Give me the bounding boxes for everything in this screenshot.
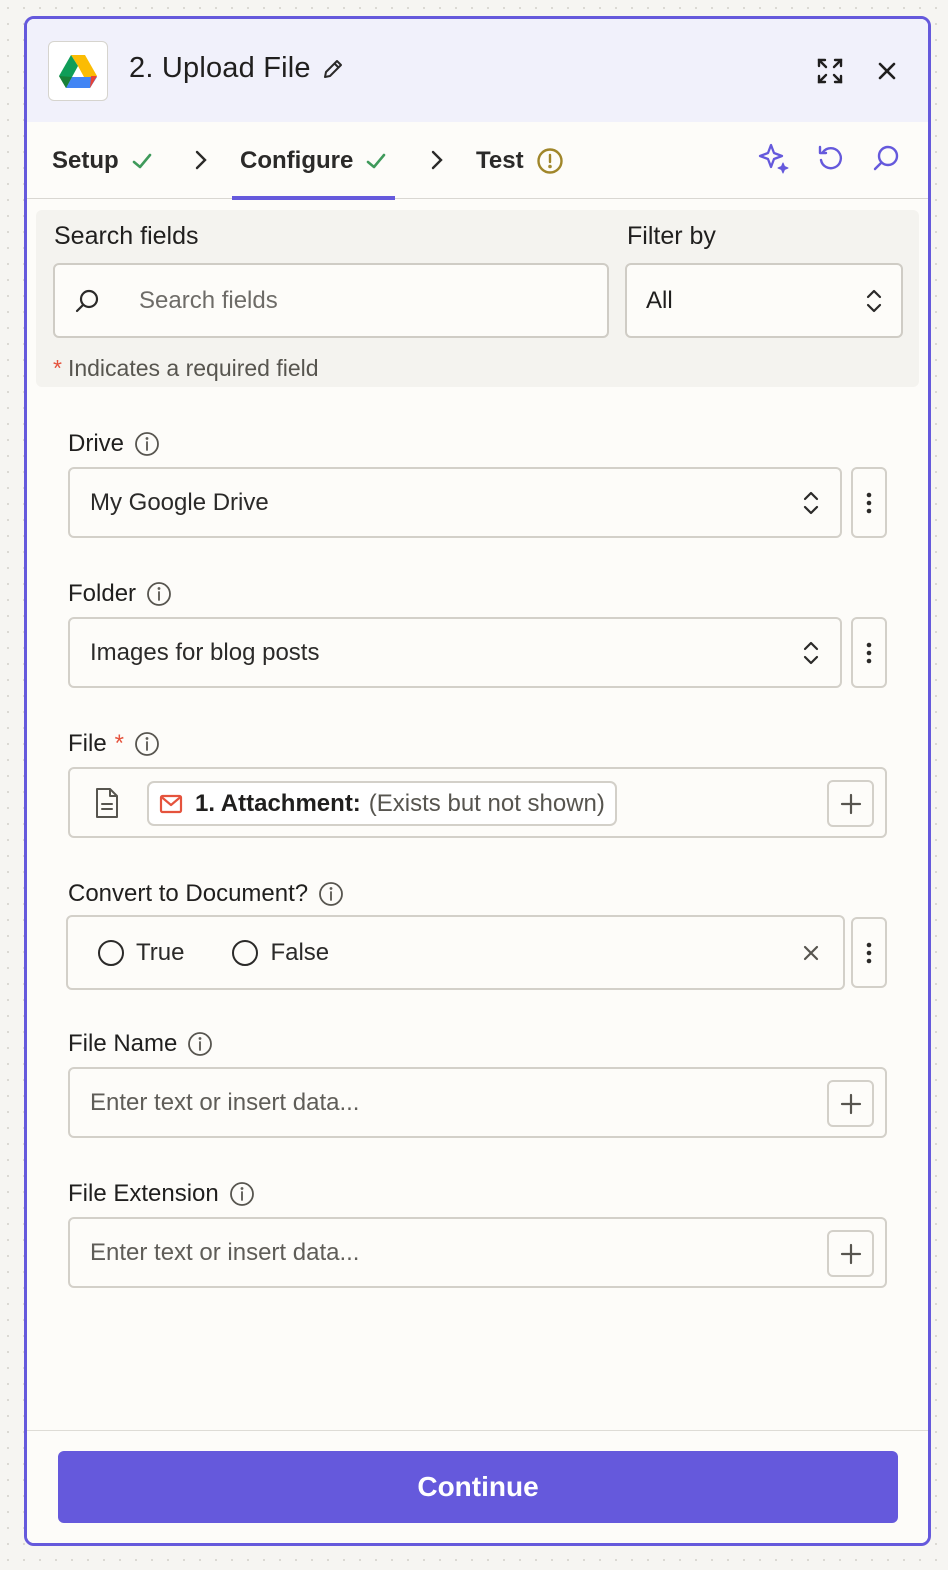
chevron-up-down-icon: [802, 489, 820, 517]
search-fields-label: Search fields: [54, 222, 199, 250]
filter-by-value: All: [646, 286, 673, 314]
pill-value: (Exists but not shown): [368, 789, 605, 817]
tab-label: Setup: [52, 146, 119, 174]
close-icon: [803, 945, 819, 961]
expand-icon[interactable]: [814, 55, 846, 87]
search-fields-input[interactable]: [139, 286, 559, 315]
plus-icon: [840, 1093, 861, 1114]
clear-selection-button[interactable]: [799, 941, 823, 965]
radio-button[interactable]: [232, 939, 259, 966]
search-icon: [73, 287, 101, 315]
folder-select-value: Images for blog posts: [90, 638, 320, 666]
document-icon: [94, 787, 120, 819]
info-icon[interactable]: [187, 1031, 213, 1057]
search-icon[interactable]: [867, 139, 905, 177]
google-drive-logo: [48, 41, 108, 101]
file-name-input[interactable]: [90, 1088, 790, 1117]
file-extension-field-label: File Extension: [68, 1180, 255, 1208]
info-icon[interactable]: [229, 1181, 255, 1207]
folder-more-options-button[interactable]: [851, 617, 887, 688]
drive-more-options-button[interactable]: [851, 467, 887, 538]
gmail-icon: [159, 794, 183, 814]
search-fields-section: Search fields Filter by All *Indicates a…: [36, 210, 919, 387]
chevron-right-icon: [189, 146, 213, 174]
edit-title-icon[interactable]: [321, 57, 345, 81]
folder-select[interactable]: Images for blog posts: [68, 617, 842, 688]
info-icon[interactable]: [318, 881, 344, 907]
convert-field-label: Convert to Document?: [68, 880, 344, 908]
file-name-input-wrapper: [68, 1067, 887, 1138]
folder-field-label: Folder: [68, 580, 172, 608]
close-icon[interactable]: [871, 55, 903, 87]
filter-by-select[interactable]: All: [625, 263, 903, 338]
file-field-label: File *: [68, 730, 160, 758]
tab-test[interactable]: Test: [476, 122, 564, 199]
drive-select-value: My Google Drive: [90, 488, 269, 516]
pill-key: 1. Attachment:: [195, 789, 361, 817]
chevron-right-icon: [425, 146, 449, 174]
mapped-data-pill[interactable]: 1. Attachment: (Exists but not shown): [147, 781, 617, 826]
check-icon: [365, 150, 387, 172]
filter-by-label: Filter by: [627, 222, 716, 250]
drive-select[interactable]: My Google Drive: [68, 467, 842, 538]
radio-option-false[interactable]: False: [232, 939, 329, 967]
plus-icon: [840, 793, 861, 814]
info-icon[interactable]: [134, 431, 160, 457]
insert-data-button[interactable]: [827, 1230, 874, 1277]
file-name-field-label: File Name: [68, 1030, 213, 1058]
file-extension-input[interactable]: [90, 1238, 790, 1267]
warning-icon: [536, 147, 564, 175]
radio-option-true[interactable]: True: [98, 939, 184, 967]
more-vertical-icon: [866, 642, 872, 663]
panel-header: 2. Upload File: [27, 19, 928, 122]
more-vertical-icon: [866, 942, 872, 963]
chevron-up-down-icon: [802, 639, 820, 667]
panel-footer: Continue: [27, 1430, 928, 1543]
info-icon[interactable]: [146, 581, 172, 607]
more-vertical-icon: [866, 492, 872, 513]
search-fields-input-wrapper: [53, 263, 609, 338]
tab-setup[interactable]: Setup: [52, 122, 153, 199]
chevron-up-down-icon: [865, 287, 883, 315]
refresh-icon[interactable]: [812, 139, 850, 177]
tab-label: Test: [476, 146, 524, 174]
tab-label: Configure: [240, 146, 354, 174]
convert-more-options-button[interactable]: [851, 917, 887, 988]
insert-data-button[interactable]: [827, 780, 874, 827]
ai-sparkle-icon[interactable]: [755, 139, 793, 177]
required-asterisk: *: [53, 355, 62, 381]
info-icon[interactable]: [134, 731, 160, 757]
continue-button[interactable]: Continue: [58, 1451, 898, 1523]
step-title: 2. Upload File: [129, 52, 311, 84]
radio-button[interactable]: [98, 939, 124, 966]
zap-step-panel: 2. Upload File Setup Configure Test Sear…: [24, 16, 931, 1546]
tab-configure[interactable]: Configure: [231, 122, 396, 200]
check-icon: [131, 150, 153, 172]
file-extension-input-wrapper: [68, 1217, 887, 1288]
required-asterisk: *: [114, 730, 125, 757]
insert-data-button[interactable]: [827, 1080, 874, 1127]
file-input[interactable]: 1. Attachment: (Exists but not shown): [68, 767, 887, 838]
plus-icon: [840, 1243, 861, 1264]
convert-radio-group: True False: [66, 915, 845, 990]
required-field-note: * Indicates a required field: [53, 355, 319, 381]
drive-field-label: Drive: [68, 430, 160, 458]
